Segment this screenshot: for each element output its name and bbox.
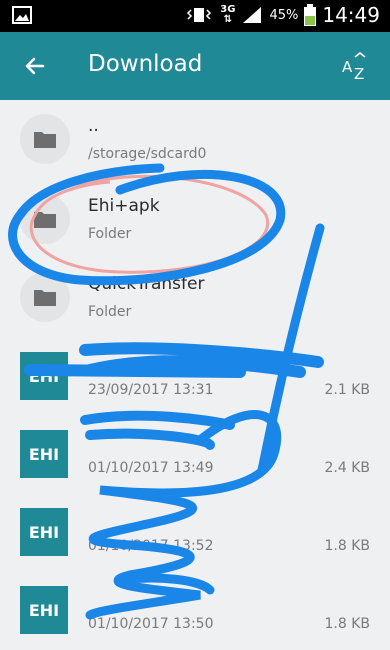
list-item-subtitle: Folder bbox=[88, 304, 132, 320]
ehi-file-icon: EHI bbox=[20, 352, 68, 400]
status-indicators: 3G ⇅ 45% 14:49 bbox=[184, 3, 380, 27]
list-item-date: 01/10/2017 13:52 bbox=[88, 538, 214, 554]
vibrate-icon bbox=[187, 8, 212, 22]
list-item-size: 1.8 KB bbox=[324, 538, 371, 554]
list-item-name: .. bbox=[88, 116, 99, 136]
page-title: Download bbox=[88, 51, 203, 77]
battery-icon bbox=[304, 4, 317, 26]
list-item-subtitle: Folder bbox=[88, 226, 132, 242]
list-item-date: 23/09/2017 13:31 bbox=[88, 382, 214, 398]
image-notification-icon bbox=[12, 6, 32, 28]
ehi-file-icon: EHI bbox=[20, 586, 68, 634]
list-item-date: 01/10/2017 13:49 bbox=[88, 460, 214, 476]
ehi-file-icon: EHI bbox=[20, 508, 68, 556]
list-item-parent[interactable]: .. /storage/sdcard0 bbox=[0, 100, 390, 180]
list-item-folder[interactable]: Ehi+apk Folder bbox=[0, 180, 390, 258]
list-item-file[interactable]: EHI 01/10/2017 13:52 1.8 KB bbox=[0, 492, 390, 570]
list-item-size: 1.8 KB bbox=[324, 616, 371, 632]
list-item-name: QuickTransfer bbox=[88, 274, 205, 294]
list-item-file[interactable]: EHI 01/10/2017 13:49 2.4 KB bbox=[0, 414, 390, 492]
sort-arrow-icon bbox=[354, 52, 366, 58]
list-item-file[interactable]: EHI 23/09/2017 13:31 2.1 KB bbox=[0, 336, 390, 414]
sort-button[interactable]: A Z bbox=[342, 52, 376, 83]
status-bar: 3G ⇅ 45% 14:49 bbox=[0, 0, 390, 32]
arrow-left-icon bbox=[25, 57, 45, 75]
list-item-subtitle: /storage/sdcard0 bbox=[88, 146, 207, 162]
folder-icon bbox=[20, 194, 70, 244]
battery-percent: 45% bbox=[269, 7, 299, 23]
data-arrows-icon: 3G ⇅ bbox=[220, 4, 236, 25]
folder-icon bbox=[20, 272, 70, 322]
file-list: .. /storage/sdcard0 Ehi+apk Folder Quick… bbox=[0, 100, 390, 650]
list-item-date: 01/10/2017 13:50 bbox=[88, 616, 214, 632]
signal-icon bbox=[243, 7, 262, 23]
folder-icon bbox=[20, 114, 70, 164]
list-item-name: Ehi+apk bbox=[88, 196, 160, 216]
app-bar: Download A Z bbox=[0, 32, 390, 100]
list-item-size: 2.1 KB bbox=[324, 382, 371, 398]
list-item-file[interactable]: EHI 01/10/2017 13:50 1.8 KB bbox=[0, 570, 390, 648]
back-button[interactable] bbox=[18, 49, 52, 83]
list-item-size: 2.4 KB bbox=[324, 460, 371, 476]
clock: 14:49 bbox=[322, 3, 380, 27]
list-item-folder[interactable]: QuickTransfer Folder bbox=[0, 258, 390, 336]
ehi-file-icon: EHI bbox=[20, 430, 68, 478]
